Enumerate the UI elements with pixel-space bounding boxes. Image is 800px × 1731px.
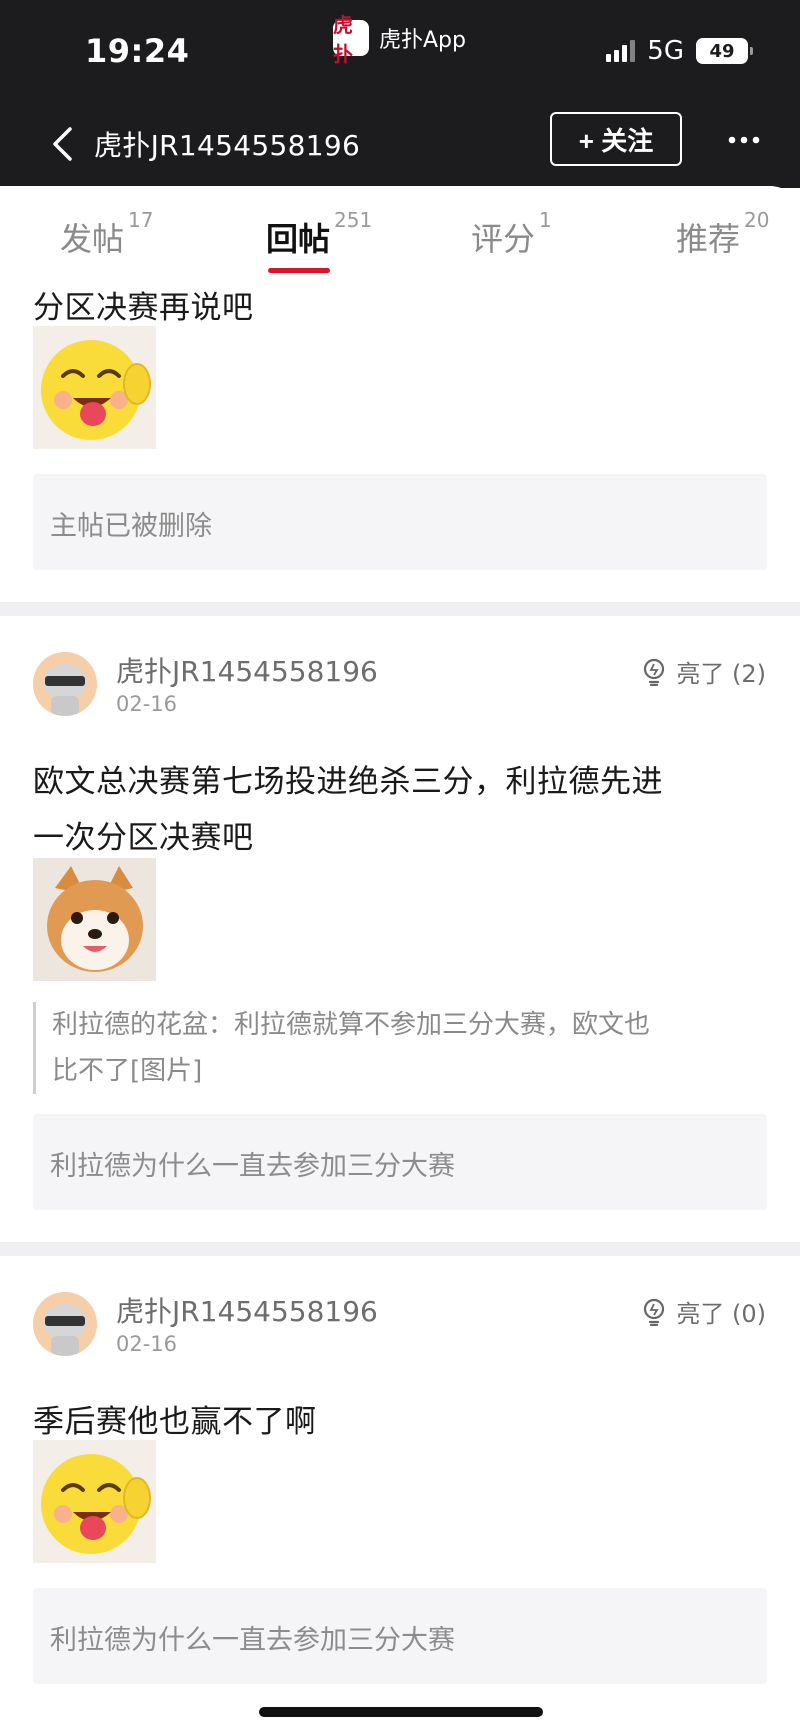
tab-label: 评分 — [471, 220, 536, 258]
follow-button[interactable]: + 关注 — [550, 112, 682, 166]
hupu-logo-icon: 虎扑 — [333, 13, 369, 66]
nav-bar: 虎扑JR1454558196 + 关注 — [0, 110, 800, 176]
post-body-line2: 一次分区决赛吧 — [33, 820, 254, 856]
original-post-text: 利拉德为什么一直去参加三分大赛 — [50, 1625, 455, 1656]
tab-label: 发帖 — [60, 220, 125, 258]
status-indicators: 5G 49 — [606, 36, 753, 66]
like-button[interactable]: 亮了 (0) — [642, 1294, 766, 1329]
quoted-reply-line1: 利拉德的花盆：利拉德就算不参加三分大赛，欧文也 — [52, 1010, 651, 1040]
tab-posts[interactable]: 发帖 17 — [60, 208, 153, 260]
post-body: 季后赛他也赢不了啊 — [33, 1404, 317, 1440]
home-indicator[interactable] — [259, 1707, 543, 1717]
tab-count: 251 — [334, 208, 373, 232]
network-type: 5G — [647, 36, 684, 66]
laughing-emoji-sticker[interactable] — [33, 326, 156, 449]
original-post-box[interactable]: 利拉德为什么一直去参加三分大赛 — [33, 1588, 767, 1684]
tab-label: 推荐 — [676, 220, 741, 258]
quoted-reply[interactable]: 利拉德的花盆：利拉德就算不参加三分大赛，欧文也 比不了[图片] — [33, 1002, 772, 1094]
tab-replies[interactable]: 回帖 251 — [266, 208, 372, 260]
status-time: 19:24 — [85, 32, 190, 70]
post-date: 02-16 — [116, 692, 178, 716]
post-divider — [0, 1242, 800, 1256]
post-divider — [0, 602, 800, 616]
username[interactable]: 虎扑JR1454558196 — [116, 1290, 378, 1330]
page-title: 虎扑JR1454558196 — [94, 129, 361, 162]
tab-count: 20 — [744, 208, 770, 232]
like-count: 亮了 (2) — [676, 660, 766, 688]
username[interactable]: 虎扑JR1454558196 — [116, 650, 378, 690]
tab-count: 1 — [539, 208, 552, 232]
back-icon[interactable] — [44, 124, 80, 164]
tab-recommend[interactable]: 推荐 20 — [676, 208, 769, 260]
like-button[interactable]: 亮了 (2) — [642, 654, 766, 689]
quoted-reply-line2: 比不了[图片] — [52, 1056, 203, 1086]
avatar[interactable] — [33, 652, 97, 716]
app-name: 虎扑App — [379, 28, 466, 53]
lightbulb-icon — [644, 1298, 665, 1326]
tab-bar: 发帖 17 回帖 251 评分 1 推荐 20 — [0, 186, 800, 276]
avatar[interactable] — [33, 1292, 97, 1356]
content-sheet: 发帖 17 回帖 251 评分 1 推荐 20 分区决赛再说吧 主帖已被删除 虎… — [0, 186, 800, 1731]
tab-ratings[interactable]: 评分 1 — [471, 208, 552, 260]
battery-icon: 49 — [696, 38, 753, 64]
tab-count: 17 — [128, 208, 154, 232]
signal-icon — [606, 40, 636, 62]
more-icon[interactable] — [726, 122, 762, 158]
post-body: 分区决赛再说吧 — [33, 290, 254, 326]
active-tab-indicator — [268, 268, 330, 273]
like-count: 亮了 (0) — [676, 1300, 766, 1328]
original-post-box[interactable]: 利拉德为什么一直去参加三分大赛 — [33, 1114, 767, 1210]
shiba-dog-sticker[interactable] — [33, 858, 156, 981]
post-date: 02-16 — [116, 1332, 178, 1356]
original-post-box[interactable]: 主帖已被删除 — [33, 474, 767, 570]
lightbulb-icon — [644, 658, 665, 686]
original-post-text: 主帖已被删除 — [50, 511, 212, 542]
laughing-emoji-sticker[interactable] — [33, 1440, 156, 1563]
app-indicator[interactable]: 虎扑 虎扑App — [333, 13, 466, 66]
post-body-line1: 欧文总决赛第七场投进绝杀三分，利拉德先进 — [33, 764, 663, 800]
top-bar: 19:24 虎扑 虎扑App 5G 49 虎扑JR1454558196 + 关注 — [0, 0, 800, 188]
tab-label: 回帖 — [266, 220, 331, 258]
original-post-text: 利拉德为什么一直去参加三分大赛 — [50, 1151, 455, 1182]
